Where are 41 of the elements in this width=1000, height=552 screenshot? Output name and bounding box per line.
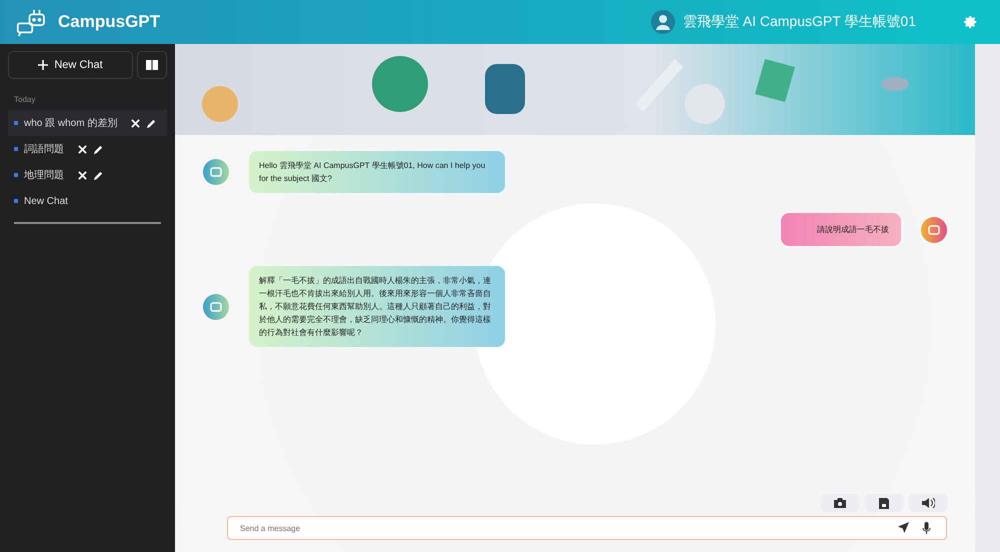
- new-chat-button[interactable]: New Chat: [8, 51, 133, 79]
- bullet-icon: [14, 121, 18, 125]
- delete-icon[interactable]: [78, 170, 87, 180]
- chat-title: 地理問題: [24, 168, 64, 182]
- plus-icon: [38, 60, 48, 70]
- chat-title: who 跟 whom 的差別: [24, 117, 118, 130]
- bullet-icon: [14, 199, 18, 203]
- message-bubble: 解釋「一毛不拔」的成語出自戰國時人楊朱的主張，非常小氣，連一根汗毛也不肯拔出來給別人用。後來用來形容一個人非常吝嗇自私，不願意花費任何東西幫助別人。這種人只顧著自己的利益，對於他人的需要完全不理會，缺乏同理心和慷慨的精神。你覺得這樣的行為對社會有什麼影響呢？: [249, 266, 505, 347]
- pencil-icon[interactable]: [93, 170, 104, 180]
- logo-text: CampusGPT: [58, 12, 160, 32]
- speaker-button[interactable]: [909, 494, 947, 512]
- book-icon: [146, 60, 158, 70]
- chat-history-item[interactable]: who 跟 whom 的差別: [8, 110, 167, 136]
- robot-avatar-icon: [203, 159, 229, 185]
- chat-title: 詞語問題: [24, 142, 64, 156]
- message-bubble: Hello 雲飛學堂 AI CampusGPT 學生帳號01, How can I help you for the subject 國文?: [249, 151, 505, 193]
- chat-title: New Chat: [24, 196, 68, 206]
- bullet-icon: [14, 147, 18, 151]
- delete-icon[interactable]: [131, 118, 140, 128]
- section-label: Today: [14, 95, 36, 104]
- delete-icon[interactable]: [78, 144, 87, 154]
- user-avatar-icon: [650, 10, 675, 34]
- chat-history-item[interactable]: New Chat: [8, 188, 167, 214]
- camera-icon: [834, 498, 846, 508]
- pencil-icon[interactable]: [146, 118, 158, 128]
- speaker-icon: [922, 498, 934, 508]
- user-name: 雲飛學堂 AI CampusGPT 學生帳號01: [682, 13, 916, 31]
- chat-history-item[interactable]: 詞語問題: [8, 136, 167, 162]
- robot-avatar-icon: [203, 294, 229, 320]
- message-input[interactable]: Send a message: [227, 516, 947, 540]
- book-toggle-button[interactable]: [137, 51, 167, 79]
- chat-history-item[interactable]: 地理問題: [8, 162, 167, 188]
- save-button[interactable]: [865, 494, 903, 512]
- save-icon: [879, 498, 889, 508]
- send-icon[interactable]: [898, 522, 909, 533]
- user-avatar-icon: [921, 216, 947, 242]
- pencil-icon[interactable]: [93, 144, 104, 154]
- camera-button[interactable]: [821, 494, 859, 512]
- message-bubble: 請說明成語一毛不拔: [781, 213, 901, 246]
- bullet-icon: [14, 173, 18, 177]
- microphone-icon[interactable]: [922, 522, 931, 534]
